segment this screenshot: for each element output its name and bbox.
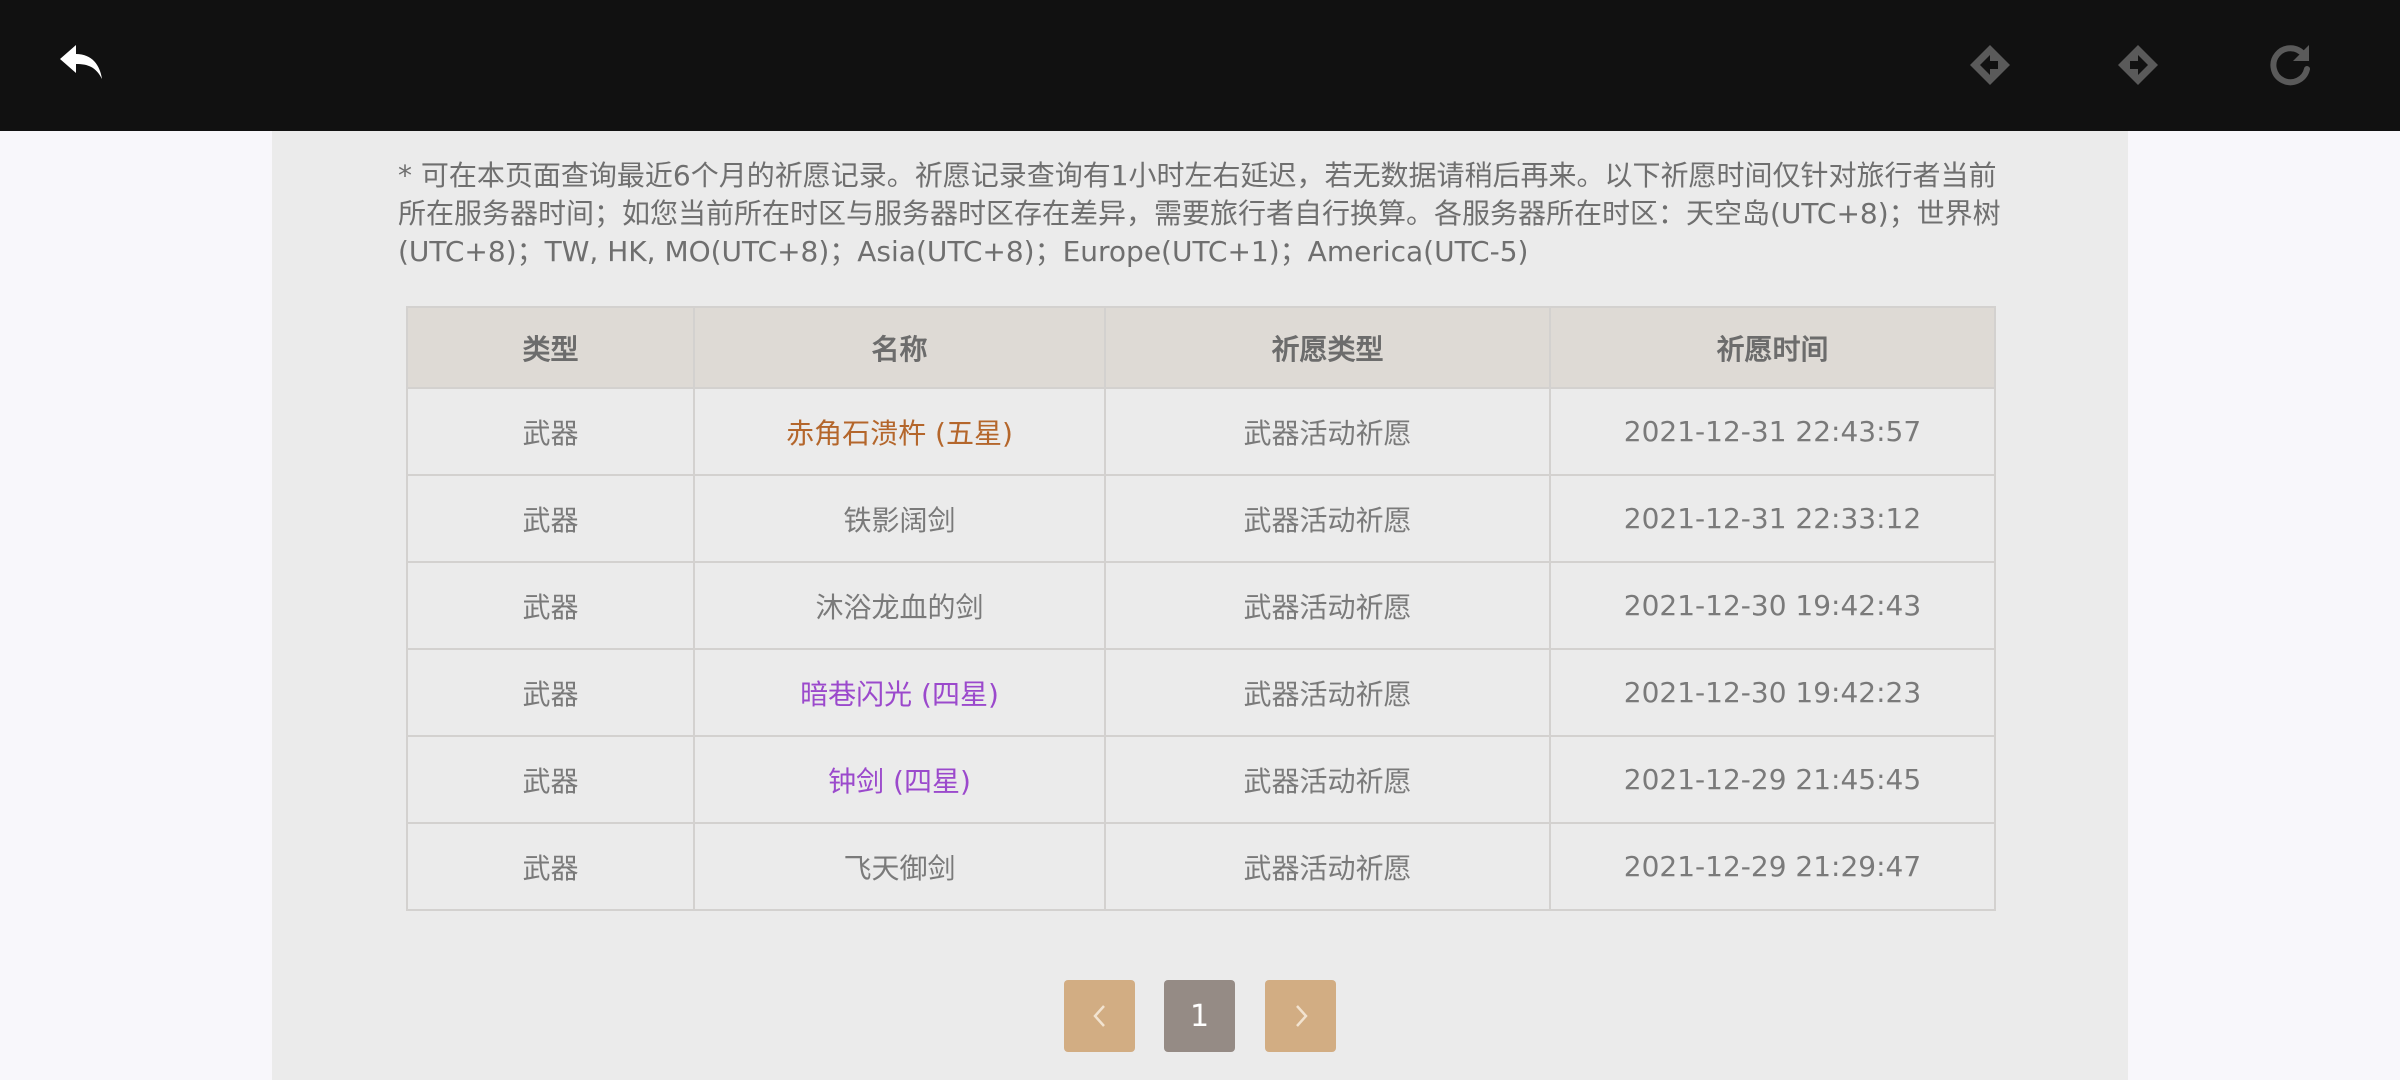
diamond-arrow-left-icon[interactable]: [1960, 35, 2020, 95]
table-row: 武器 铁影阔剑 武器活动祈愿 2021-12-31 22:33:12: [406, 474, 1996, 563]
previous-page-button[interactable]: [1064, 980, 1135, 1052]
timezone-notice: * 可在本页面查询最近6个月的祈愿记录。祈愿记录查询有1小时左右延迟，若无数据请…: [398, 159, 2001, 268]
table-row: 武器 钟剑 (四星) 武器活动祈愿 2021-12-29 21:45:45: [406, 735, 1996, 824]
table-header-row: 类型 名称 祈愿类型 祈愿时间: [406, 306, 1996, 389]
diamond-arrow-right-icon[interactable]: [2108, 35, 2168, 95]
cell-wish-time: 2021-12-30 19:42:23: [1549, 648, 1996, 737]
cell-type: 武器: [406, 474, 695, 563]
cell-type: 武器: [406, 387, 695, 476]
table-row: 武器 飞天御剑 武器活动祈愿 2021-12-29 21:29:47: [406, 822, 1996, 911]
wish-history-panel: * 可在本页面查询最近6个月的祈愿记录。祈愿记录查询有1小时左右延迟，若无数据请…: [272, 131, 2128, 1080]
page-number-button[interactable]: 1: [1164, 980, 1235, 1052]
back-arrow-icon[interactable]: [52, 35, 112, 95]
cell-wish-time: 2021-12-31 22:43:57: [1549, 387, 1996, 476]
table-row: 武器 暗巷闪光 (四星) 武器活动祈愿 2021-12-30 19:42:23: [406, 648, 1996, 737]
chevron-right-icon: [1295, 1005, 1308, 1027]
reload-icon[interactable]: [2260, 35, 2320, 95]
cell-wish-time: 2021-12-31 22:33:12: [1549, 474, 1996, 563]
cell-item-name: 赤角石溃杵 (五星): [693, 387, 1106, 476]
table-row: 武器 赤角石溃杵 (五星) 武器活动祈愿 2021-12-31 22:43:57: [406, 387, 1996, 476]
table-row: 武器 沐浴龙血的剑 武器活动祈愿 2021-12-30 19:42:43: [406, 561, 1996, 650]
wish-records-table: 类型 名称 祈愿类型 祈愿时间 武器 赤角石溃杵 (五星) 武器活动祈愿 202…: [406, 306, 1996, 911]
browser-toolbar: [0, 0, 2400, 131]
chevron-left-icon: [1092, 1005, 1105, 1027]
cell-wish-time: 2021-12-29 21:29:47: [1549, 822, 1996, 911]
cell-type: 武器: [406, 561, 695, 650]
cell-item-name: 铁影阔剑: [693, 474, 1106, 563]
cell-wish-time: 2021-12-29 21:45:45: [1549, 735, 1996, 824]
column-header-type: 类型: [406, 306, 695, 389]
cell-type: 武器: [406, 735, 695, 824]
cell-wish-type: 武器活动祈愿: [1104, 735, 1551, 824]
cell-item-name: 暗巷闪光 (四星): [693, 648, 1106, 737]
column-header-wish-type: 祈愿类型: [1104, 306, 1551, 389]
cell-wish-time: 2021-12-30 19:42:43: [1549, 561, 1996, 650]
cell-wish-type: 武器活动祈愿: [1104, 387, 1551, 476]
next-page-button[interactable]: [1265, 980, 1336, 1052]
cell-item-name: 钟剑 (四星): [693, 735, 1106, 824]
cell-item-name: 飞天御剑: [693, 822, 1106, 911]
cell-wish-type: 武器活动祈愿: [1104, 474, 1551, 563]
cell-wish-type: 武器活动祈愿: [1104, 561, 1551, 650]
cell-wish-type: 武器活动祈愿: [1104, 648, 1551, 737]
cell-item-name: 沐浴龙血的剑: [693, 561, 1106, 650]
column-header-name: 名称: [693, 306, 1106, 389]
cell-type: 武器: [406, 822, 695, 911]
column-header-wish-time: 祈愿时间: [1549, 306, 1996, 389]
cell-wish-type: 武器活动祈愿: [1104, 822, 1551, 911]
cell-type: 武器: [406, 648, 695, 737]
